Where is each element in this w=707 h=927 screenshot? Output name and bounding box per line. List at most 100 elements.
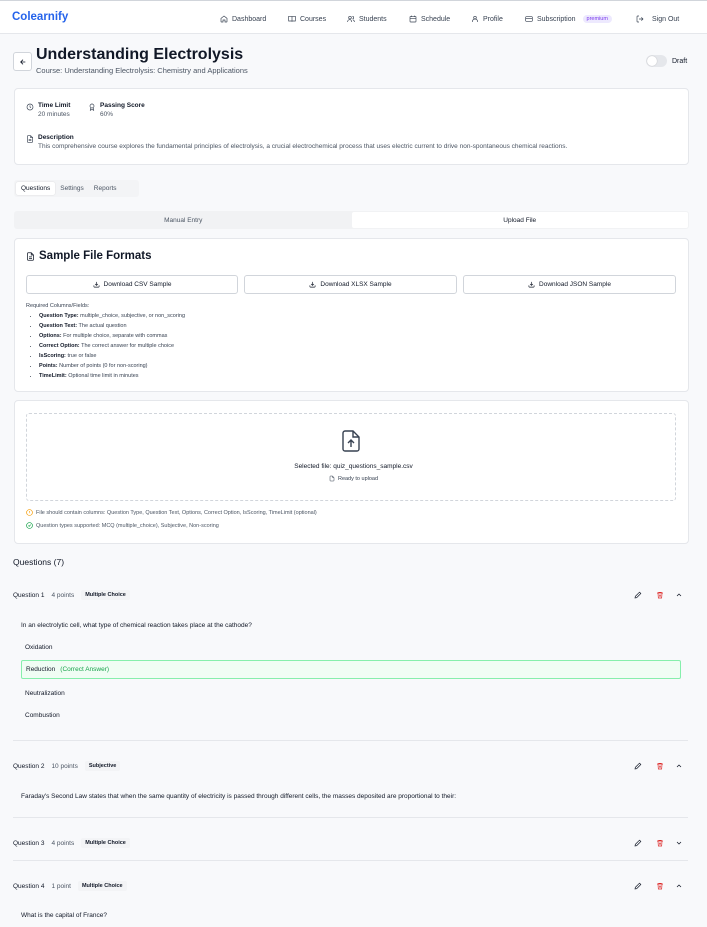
calendar-icon	[409, 15, 417, 23]
trash-icon[interactable]	[656, 762, 664, 770]
draft-toggle-group: Draft	[646, 55, 687, 67]
nav-dashboard[interactable]: Dashboard	[220, 13, 266, 25]
types-note-text: Question types supported: MCQ (multiple_…	[36, 522, 219, 529]
list-item: Points: Number of points (0 for non-scor…	[39, 361, 185, 371]
users-icon	[347, 16, 355, 22]
draft-label: Draft	[672, 57, 688, 65]
question-actions	[634, 762, 683, 770]
trash-icon[interactable]	[656, 591, 664, 599]
quiz-tabs: Questions Settings Reports	[14, 180, 139, 197]
entry-mode-switch: Manual Entry Upload File	[14, 211, 689, 229]
time-limit-value: 20 minutes	[38, 111, 70, 118]
list-item: Question Type: multiple_choice, subjecti…	[39, 311, 185, 321]
tab-questions[interactable]: Questions	[16, 182, 56, 195]
question-points: 1 point	[51, 882, 71, 890]
question-header[interactable]: Question 3 4 points Multiple Choice	[13, 838, 130, 848]
back-button[interactable]	[13, 52, 32, 71]
book-icon	[288, 16, 296, 22]
description-value: This comprehensive course explores the f…	[38, 143, 568, 150]
nav-profile[interactable]: Profile	[471, 13, 503, 25]
alert-circle-icon	[26, 509, 33, 516]
download-csv-label: Download CSV Sample	[103, 281, 172, 288]
question-header[interactable]: Question 4 1 point Multiple Choice	[13, 881, 127, 891]
manual-entry-tab[interactable]: Manual Entry	[15, 212, 352, 228]
file-upload-icon	[342, 430, 360, 452]
sample-formats-heading: Sample File Formats	[26, 250, 151, 262]
required-fields-list: Question Type: multiple_choice, subjecti…	[39, 311, 185, 381]
nav-dashboard-label: Dashboard	[232, 15, 267, 23]
tab-reports[interactable]: Reports	[89, 182, 122, 195]
chevron-down-icon[interactable]	[675, 839, 683, 847]
selected-file-text: Selected file: quiz_questions_sample.csv	[294, 463, 413, 470]
nav-subscription-label: Subscription	[537, 15, 576, 23]
question-number: Question 2	[13, 762, 45, 770]
nav-courses[interactable]: Courses	[288, 13, 326, 25]
questions-heading: Questions (7)	[13, 557, 65, 567]
divider	[13, 860, 688, 861]
chevron-up-icon[interactable]	[675, 762, 683, 770]
question-type-badge: Multiple Choice	[81, 590, 130, 600]
question-text: What is the capital of France?	[21, 912, 107, 919]
passing-score-label: Passing Score	[100, 102, 145, 109]
question-type-badge: Multiple Choice	[81, 838, 130, 848]
nav-signout[interactable]: Sign Out	[636, 13, 679, 25]
option-item-correct: Reduction (Correct Answer)	[21, 660, 681, 679]
question-actions	[634, 882, 683, 890]
chevron-up-icon[interactable]	[675, 882, 683, 890]
edit-icon[interactable]	[634, 882, 642, 890]
upload-file-tab[interactable]: Upload File	[351, 212, 688, 228]
types-note: Question types supported: MCQ (multiple_…	[26, 522, 219, 529]
ready-status-label: Ready to upload	[337, 475, 379, 482]
course-subtitle: Course: Understanding Electrolysis: Chem…	[36, 66, 248, 75]
question-number: Question 4	[13, 882, 45, 890]
nav-students[interactable]: Students	[347, 13, 387, 25]
columns-note-text: File should contain columns: Question Ty…	[36, 509, 317, 516]
question-text: In an electrolytic cell, what type of ch…	[21, 622, 252, 629]
option-item: Combustion	[25, 712, 60, 719]
question-points: 10 points	[51, 762, 78, 770]
file-text-icon	[27, 135, 33, 143]
option-item: Oxidation	[25, 644, 53, 651]
option-item: Neutralization	[25, 690, 65, 697]
check-circle-icon	[26, 522, 33, 529]
list-item: Question Text: The actual question	[39, 321, 185, 331]
nav-schedule[interactable]: Schedule	[409, 13, 450, 25]
file-dropzone[interactable]	[26, 413, 676, 501]
divider	[13, 817, 688, 818]
nav-courses-label: Courses	[300, 15, 327, 23]
file-text-icon	[27, 251, 34, 261]
question-header[interactable]: Question 2 10 points Subjective	[13, 761, 121, 771]
page-title: Understanding Electrolysis	[36, 46, 244, 63]
home-icon	[220, 15, 228, 23]
download-json-button[interactable]: Download JSON Sample	[463, 275, 676, 294]
brand-logo[interactable]: Colearnify	[12, 11, 68, 23]
edit-icon[interactable]	[634, 762, 642, 770]
trash-icon[interactable]	[656, 839, 664, 847]
list-item: Options: For multiple choice, separate w…	[39, 331, 185, 341]
question-number: Question 3	[13, 839, 45, 847]
top-navbar: Colearnify Dashboard Courses Students Sc…	[0, 0, 707, 34]
tab-settings[interactable]: Settings	[55, 182, 89, 195]
nav-signout-label: Sign Out	[652, 15, 680, 23]
edit-icon[interactable]	[634, 839, 642, 847]
download-icon	[309, 281, 316, 288]
question-header[interactable]: Question 1 4 points Multiple Choice	[13, 590, 130, 600]
list-item: TimeLimit: Optional time limit in minute…	[39, 371, 185, 381]
download-csv-button[interactable]: Download CSV Sample	[26, 275, 238, 294]
required-fields-title: Required Columns/Fields:	[26, 303, 90, 309]
question-points: 4 points	[51, 591, 75, 599]
passing-score-info: Passing Score 60%	[88, 102, 145, 118]
nav-students-label: Students	[359, 15, 387, 23]
nav-schedule-label: Schedule	[421, 15, 451, 23]
nav-subscription[interactable]: Subscription premium	[525, 13, 612, 25]
download-icon	[528, 281, 535, 288]
download-xlsx-label: Download XLSX Sample	[320, 281, 392, 288]
draft-toggle[interactable]	[646, 55, 667, 67]
download-xlsx-button[interactable]: Download XLSX Sample	[244, 275, 457, 294]
question-text: Faraday's Second Law states that when th…	[21, 793, 457, 800]
description-label: Description	[38, 134, 74, 141]
question-points: 4 points	[51, 839, 75, 847]
trash-icon[interactable]	[656, 882, 664, 890]
chevron-up-icon[interactable]	[675, 591, 683, 599]
edit-icon[interactable]	[634, 591, 642, 599]
